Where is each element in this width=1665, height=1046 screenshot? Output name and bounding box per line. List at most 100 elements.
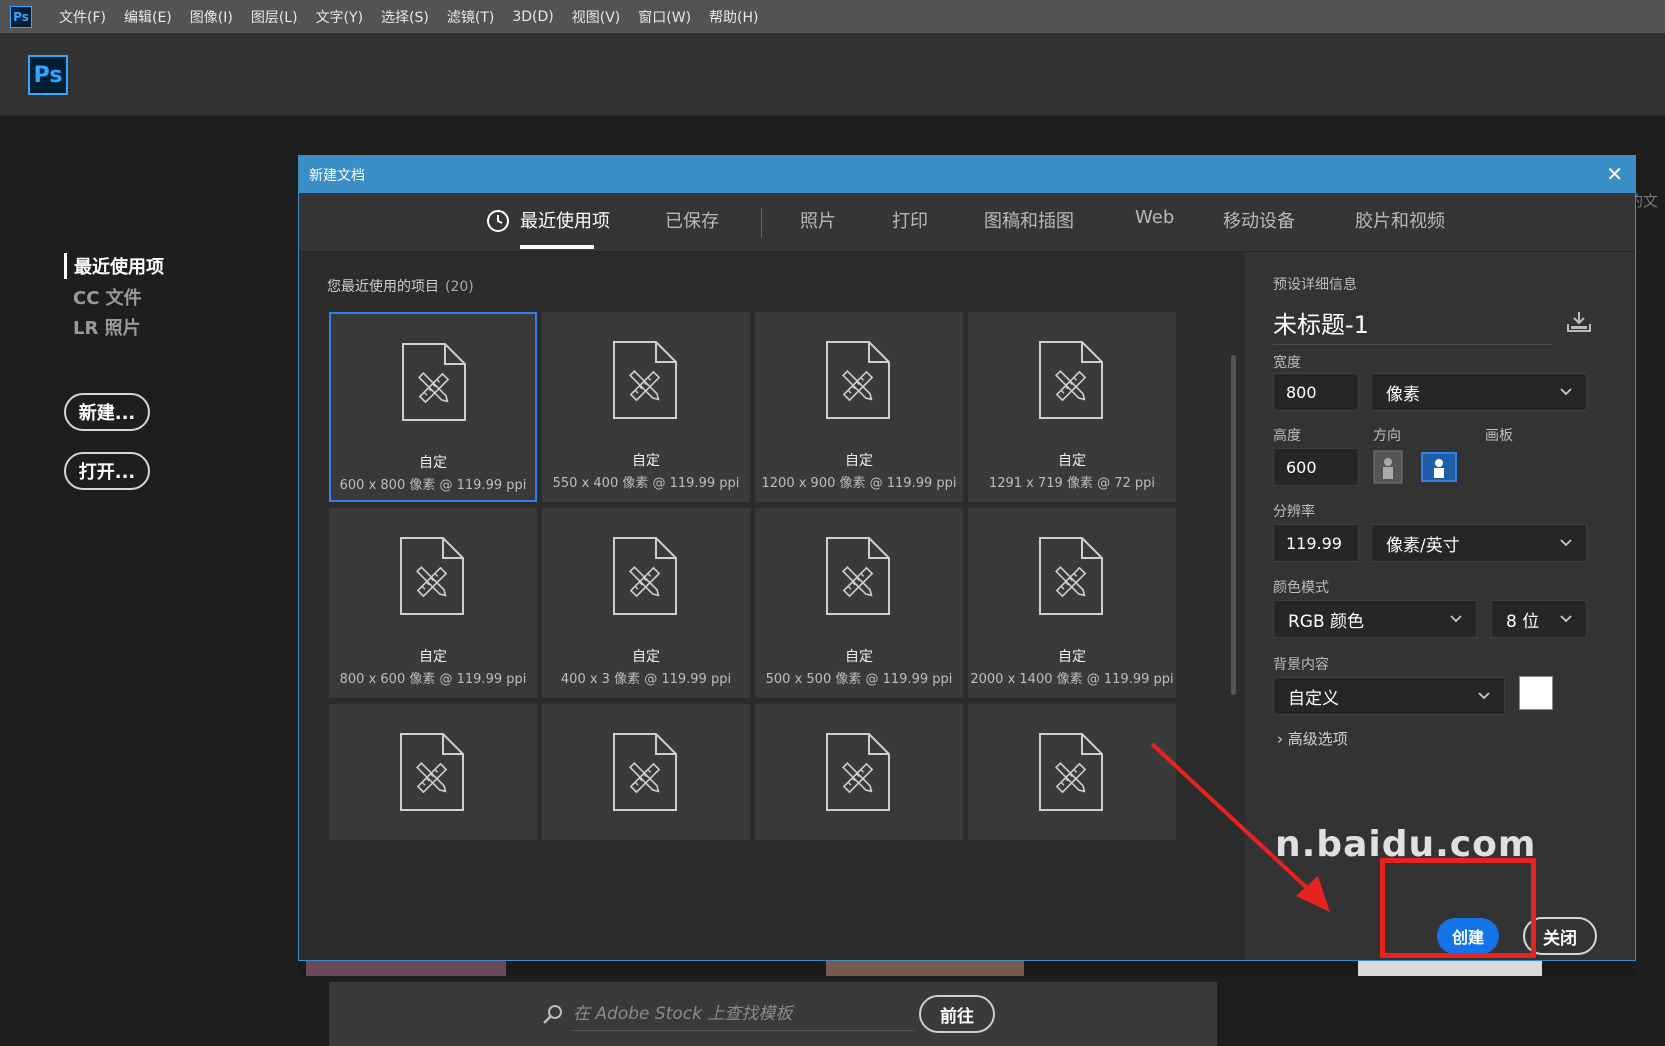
menu-help[interactable]: 帮助(H): [700, 7, 767, 27]
resolution-label: 分辨率: [1273, 504, 1315, 520]
dialog-title: 新建文档: [309, 167, 365, 184]
document-preset-icon: [612, 536, 678, 616]
resolution-unit-select[interactable]: 像素/英寸: [1371, 524, 1587, 562]
chevron-down-icon: [1478, 692, 1490, 700]
recent-item-card[interactable]: 自定 800 x 600 像素 @ 119.99 ppi: [329, 508, 537, 698]
chevron-down-icon: [1560, 539, 1572, 547]
chevron-down-icon: [1560, 615, 1572, 623]
tab-saved[interactable]: 已保存: [665, 207, 719, 233]
background-select[interactable]: 自定义: [1273, 677, 1505, 715]
menu-select[interactable]: 选择(S): [372, 7, 438, 27]
dialog-close-icon[interactable]: ✕: [1606, 162, 1623, 186]
preset-details-panel: 预设详细信息 未标题-1 宽度 800 像素 高度 方向 画板 600 分辨率: [1245, 252, 1635, 960]
document-preset-icon: [825, 732, 891, 812]
recent-item-name: 自定: [1058, 649, 1086, 665]
recent-item-size: 2000 x 1400 像素 @ 119.99 ppi: [970, 672, 1174, 687]
preset-name-field[interactable]: 未标题-1: [1273, 305, 1553, 345]
resolution-input[interactable]: 119.99: [1273, 524, 1359, 562]
recent-item-size: 400 x 3 像素 @ 119.99 ppi: [560, 672, 732, 687]
stock-go-button[interactable]: 前往: [919, 995, 995, 1033]
recent-item-card[interactable]: [968, 704, 1176, 840]
recent-item-name: 自定: [1058, 453, 1086, 469]
width-unit-value: 像素: [1386, 384, 1420, 405]
tab-print[interactable]: 打印: [892, 207, 928, 233]
bit-depth-select[interactable]: 8 位: [1491, 600, 1587, 638]
recent-item-card[interactable]: 自定 400 x 3 像素 @ 119.99 ppi: [542, 508, 750, 698]
recent-item-card[interactable]: 自定 1200 x 900 像素 @ 119.99 ppi: [755, 312, 963, 502]
advanced-options-toggle[interactable]: › 高级选项: [1277, 728, 1348, 749]
artboard-label: 画板: [1485, 428, 1513, 444]
height-input[interactable]: 600: [1273, 448, 1359, 486]
nav-lr-photos[interactable]: LR 照片: [73, 314, 141, 340]
nav-recent[interactable]: 最近使用项: [64, 253, 164, 279]
document-preset-icon: [825, 536, 891, 616]
recent-item-name: 自定: [845, 453, 873, 469]
recent-item-card[interactable]: 自定 550 x 400 像素 @ 119.99 ppi: [542, 312, 750, 502]
recent-item-size: 1291 x 719 像素 @ 72 ppi: [988, 476, 1156, 491]
document-preset-icon: [1038, 536, 1104, 616]
scrollbar-thumb[interactable]: [1231, 355, 1236, 695]
menu-image[interactable]: 图像(I): [181, 7, 242, 27]
nav-cc-files[interactable]: CC 文件: [73, 284, 142, 310]
height-label: 高度: [1273, 428, 1301, 444]
recent-item-card[interactable]: 自定 2000 x 1400 像素 @ 119.99 ppi: [968, 508, 1176, 698]
menu-view[interactable]: 视图(V): [563, 7, 630, 27]
width-unit-select[interactable]: 像素: [1371, 373, 1587, 411]
save-preset-icon[interactable]: [1565, 310, 1593, 334]
background-color-swatch[interactable]: [1519, 676, 1553, 710]
menu-3d[interactable]: 3D(D): [503, 9, 562, 25]
color-mode-select[interactable]: RGB 颜色: [1273, 600, 1477, 638]
document-preset-icon: [612, 732, 678, 812]
chevron-down-icon: [1450, 615, 1462, 623]
create-button[interactable]: 创建: [1437, 918, 1499, 954]
recent-item-name: 自定: [632, 453, 660, 469]
open-button[interactable]: 打开...: [64, 452, 150, 490]
recent-item-size: 600 x 800 像素 @ 119.99 ppi: [339, 478, 527, 493]
menu-type[interactable]: 文字(Y): [307, 7, 372, 27]
width-input[interactable]: 800: [1273, 373, 1359, 411]
tab-film-video[interactable]: 胶片和视频: [1355, 207, 1445, 233]
recent-item-card[interactable]: [542, 704, 750, 840]
new-document-dialog: 新建文档 ✕ 最近使用项 已保存 照片 打印 图稿和插图 Web 移动设备 胶片…: [298, 155, 1636, 1046]
recent-item-name: 自定: [419, 649, 447, 665]
tab-art-illustration[interactable]: 图稿和插图: [984, 207, 1074, 233]
clock-icon: [487, 210, 509, 232]
tab-mobile[interactable]: 移动设备: [1223, 207, 1295, 233]
recent-item-card[interactable]: 自定 500 x 500 像素 @ 119.99 ppi: [755, 508, 963, 698]
background-value: 自定义: [1288, 688, 1339, 709]
photoshop-logo-icon: Ps: [10, 5, 32, 28]
background-label: 背景内容: [1273, 657, 1329, 673]
landscape-orientation-icon[interactable]: [1421, 450, 1457, 484]
close-button[interactable]: 关闭: [1523, 917, 1597, 955]
recent-item-card[interactable]: 自定 1291 x 719 像素 @ 72 ppi: [968, 312, 1176, 502]
app-header: Ps: [0, 33, 1665, 116]
recent-heading: 您最近使用的项目 (20): [327, 276, 474, 296]
stock-search-bar: 前往: [329, 982, 1217, 1046]
dialog-titlebar: 新建文档 ✕: [299, 156, 1635, 193]
tab-photo[interactable]: 照片: [800, 207, 836, 233]
recent-item-card[interactable]: [755, 704, 963, 840]
document-preset-icon: [401, 342, 467, 422]
tab-web[interactable]: Web: [1135, 207, 1174, 228]
start-panel: 最近使用项 CC 文件 LR 照片 新建... 打开...: [0, 116, 290, 976]
search-icon: [543, 1005, 562, 1024]
recent-item-card[interactable]: 自定 600 x 800 像素 @ 119.99 ppi: [329, 312, 537, 502]
chevron-down-icon: [1560, 388, 1572, 396]
tab-recent[interactable]: 最近使用项: [520, 207, 610, 233]
chevron-right-icon: ›: [1277, 730, 1283, 748]
menu-filter[interactable]: 滤镜(T): [438, 7, 503, 27]
background-thumbnail: [306, 961, 506, 976]
menu-layer[interactable]: 图层(L): [242, 7, 307, 27]
recent-count: (20): [445, 279, 474, 295]
orientation-label: 方向: [1373, 428, 1401, 444]
portrait-orientation-icon[interactable]: [1373, 450, 1403, 484]
menu-file[interactable]: 文件(F): [50, 7, 115, 27]
document-preset-icon: [399, 732, 465, 812]
menu-window[interactable]: 窗口(W): [629, 7, 700, 27]
menu-edit[interactable]: 编辑(E): [115, 7, 181, 27]
tab-active-indicator: [520, 245, 594, 249]
document-preset-icon: [399, 536, 465, 616]
new-button[interactable]: 新建...: [64, 393, 150, 431]
recent-item-card[interactable]: [329, 704, 537, 840]
stock-search-input[interactable]: [571, 998, 915, 1031]
